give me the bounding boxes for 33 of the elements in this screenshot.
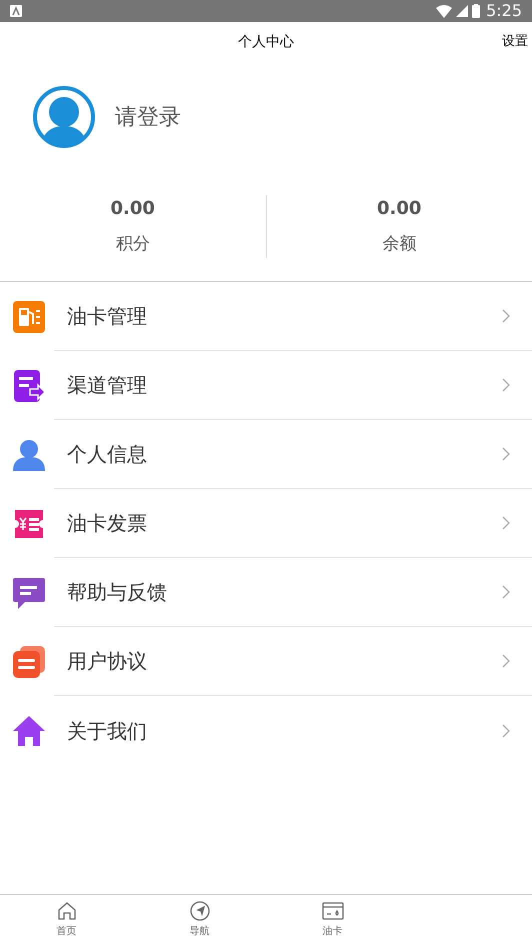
status-time: 5:25 bbox=[486, 0, 522, 22]
compass-icon bbox=[188, 900, 210, 922]
chevron-icon bbox=[502, 654, 510, 668]
tab[interactable]: 首页 bbox=[0, 895, 133, 944]
settings-button[interactable]: 设置 bbox=[502, 32, 528, 52]
wifi-icon bbox=[436, 4, 452, 18]
chevron-icon bbox=[502, 585, 510, 599]
menu-item[interactable]: 渠道管理 bbox=[54, 351, 532, 420]
chevron-icon bbox=[502, 447, 510, 461]
menu-item[interactable]: 关于我们 bbox=[54, 696, 532, 765]
page-title: 个人中心 bbox=[238, 32, 294, 52]
home-icon bbox=[56, 900, 78, 922]
notification-icon bbox=[10, 5, 22, 17]
tab[interactable]: 导航 bbox=[133, 895, 266, 944]
chevron-icon bbox=[502, 724, 510, 738]
menu-item[interactable]: 油卡发票 bbox=[54, 489, 532, 558]
menu-item[interactable]: 帮助与反馈 bbox=[54, 558, 532, 627]
stat-label: 积分 bbox=[116, 233, 150, 256]
menu-item[interactable]: 用户协议 bbox=[54, 627, 532, 696]
signal-icon bbox=[456, 5, 468, 17]
stat-value: 0.00 bbox=[377, 197, 422, 222]
card-icon bbox=[322, 900, 344, 922]
chevron-icon bbox=[502, 309, 510, 323]
chevron-icon bbox=[502, 378, 510, 392]
stat-label: 余额 bbox=[382, 233, 416, 256]
login-link[interactable]: 请登录 bbox=[115, 100, 181, 134]
avatar-icon bbox=[33, 86, 95, 148]
tab[interactable]: 油卡 bbox=[266, 895, 399, 944]
chevron-icon bbox=[502, 516, 510, 530]
stat-value: 0.00 bbox=[110, 197, 155, 222]
menu-item[interactable]: 个人信息 bbox=[54, 420, 532, 489]
battery-icon bbox=[472, 4, 480, 18]
menu-item[interactable]: 油卡管理 bbox=[54, 282, 532, 351]
